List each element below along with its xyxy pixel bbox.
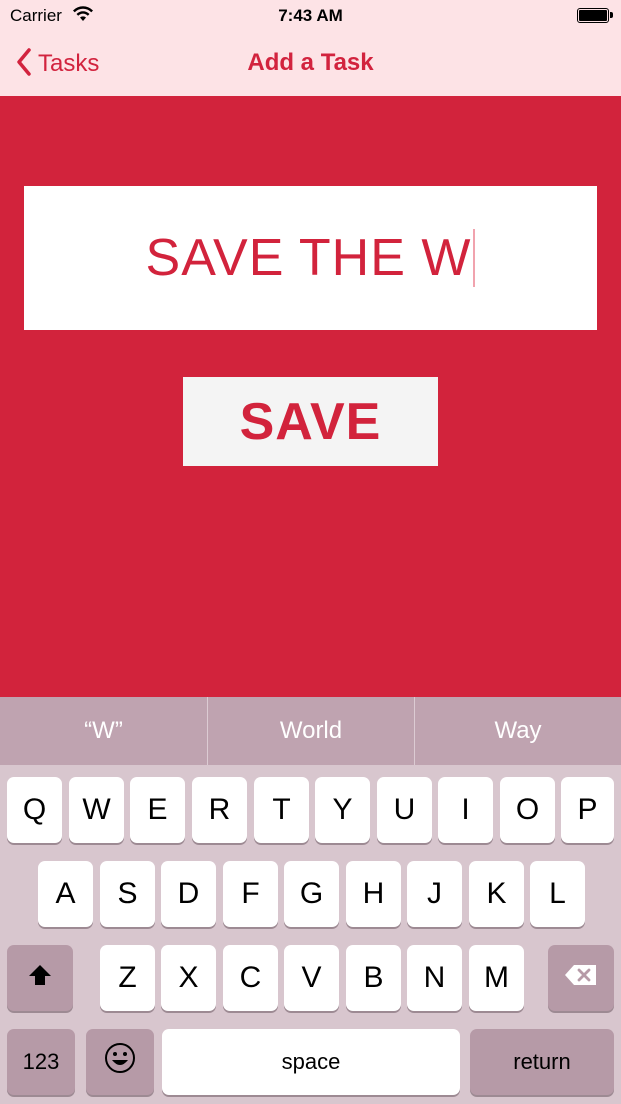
- key-h[interactable]: H: [346, 861, 401, 927]
- suggestion-item[interactable]: World: [207, 697, 414, 765]
- key-w[interactable]: W: [69, 777, 124, 843]
- backspace-icon: [564, 961, 598, 995]
- key-j[interactable]: J: [407, 861, 462, 927]
- key-y[interactable]: Y: [315, 777, 370, 843]
- key-z[interactable]: Z: [100, 945, 155, 1011]
- key-m[interactable]: M: [469, 945, 524, 1011]
- key-b[interactable]: B: [346, 945, 401, 1011]
- key-x[interactable]: X: [161, 945, 216, 1011]
- suggestion-item[interactable]: Way: [414, 697, 621, 765]
- numbers-key[interactable]: 123: [7, 1029, 75, 1095]
- suggestion-item[interactable]: “W”: [0, 697, 207, 765]
- shift-key[interactable]: [7, 945, 73, 1011]
- emoji-key[interactable]: [86, 1029, 154, 1095]
- key-q[interactable]: Q: [7, 777, 62, 843]
- key-k[interactable]: K: [469, 861, 524, 927]
- key-t[interactable]: T: [254, 777, 309, 843]
- task-input-value: SAVE THE W: [145, 229, 472, 287]
- key-s[interactable]: S: [100, 861, 155, 927]
- delete-key[interactable]: [548, 945, 614, 1011]
- status-bar: Carrier 7:43 AM: [0, 0, 621, 32]
- key-l[interactable]: L: [530, 861, 585, 927]
- navigation-bar: Tasks Add a Task: [0, 32, 621, 96]
- key-a[interactable]: A: [38, 861, 93, 927]
- save-button[interactable]: SAVE: [183, 377, 438, 466]
- key-u[interactable]: U: [377, 777, 432, 843]
- key-o[interactable]: O: [500, 777, 555, 843]
- key-d[interactable]: D: [161, 861, 216, 927]
- key-g[interactable]: G: [284, 861, 339, 927]
- task-input[interactable]: SAVE THE W: [24, 186, 597, 330]
- key-n[interactable]: N: [407, 945, 462, 1011]
- clock: 7:43 AM: [278, 6, 343, 25]
- shift-arrow-icon: [27, 961, 53, 995]
- key-r[interactable]: R: [192, 777, 247, 843]
- main-content: SAVE THE W SAVE: [0, 96, 621, 697]
- key-i[interactable]: I: [438, 777, 493, 843]
- return-key[interactable]: return: [470, 1029, 614, 1095]
- space-key[interactable]: space: [162, 1029, 460, 1095]
- key-p[interactable]: P: [561, 777, 614, 843]
- battery-icon: [577, 8, 613, 23]
- key-v[interactable]: V: [284, 945, 339, 1011]
- suggestion-bar: “W” World Way: [0, 697, 621, 765]
- keyboard: “W” World Way Q W E R T Y U I O P A S D …: [0, 697, 621, 1104]
- page-title: Add a Task: [247, 49, 374, 76]
- key-f[interactable]: F: [223, 861, 278, 927]
- key-c[interactable]: C: [223, 945, 278, 1011]
- emoji-icon: [104, 1042, 136, 1082]
- text-cursor: [473, 229, 476, 287]
- key-e[interactable]: E: [130, 777, 185, 843]
